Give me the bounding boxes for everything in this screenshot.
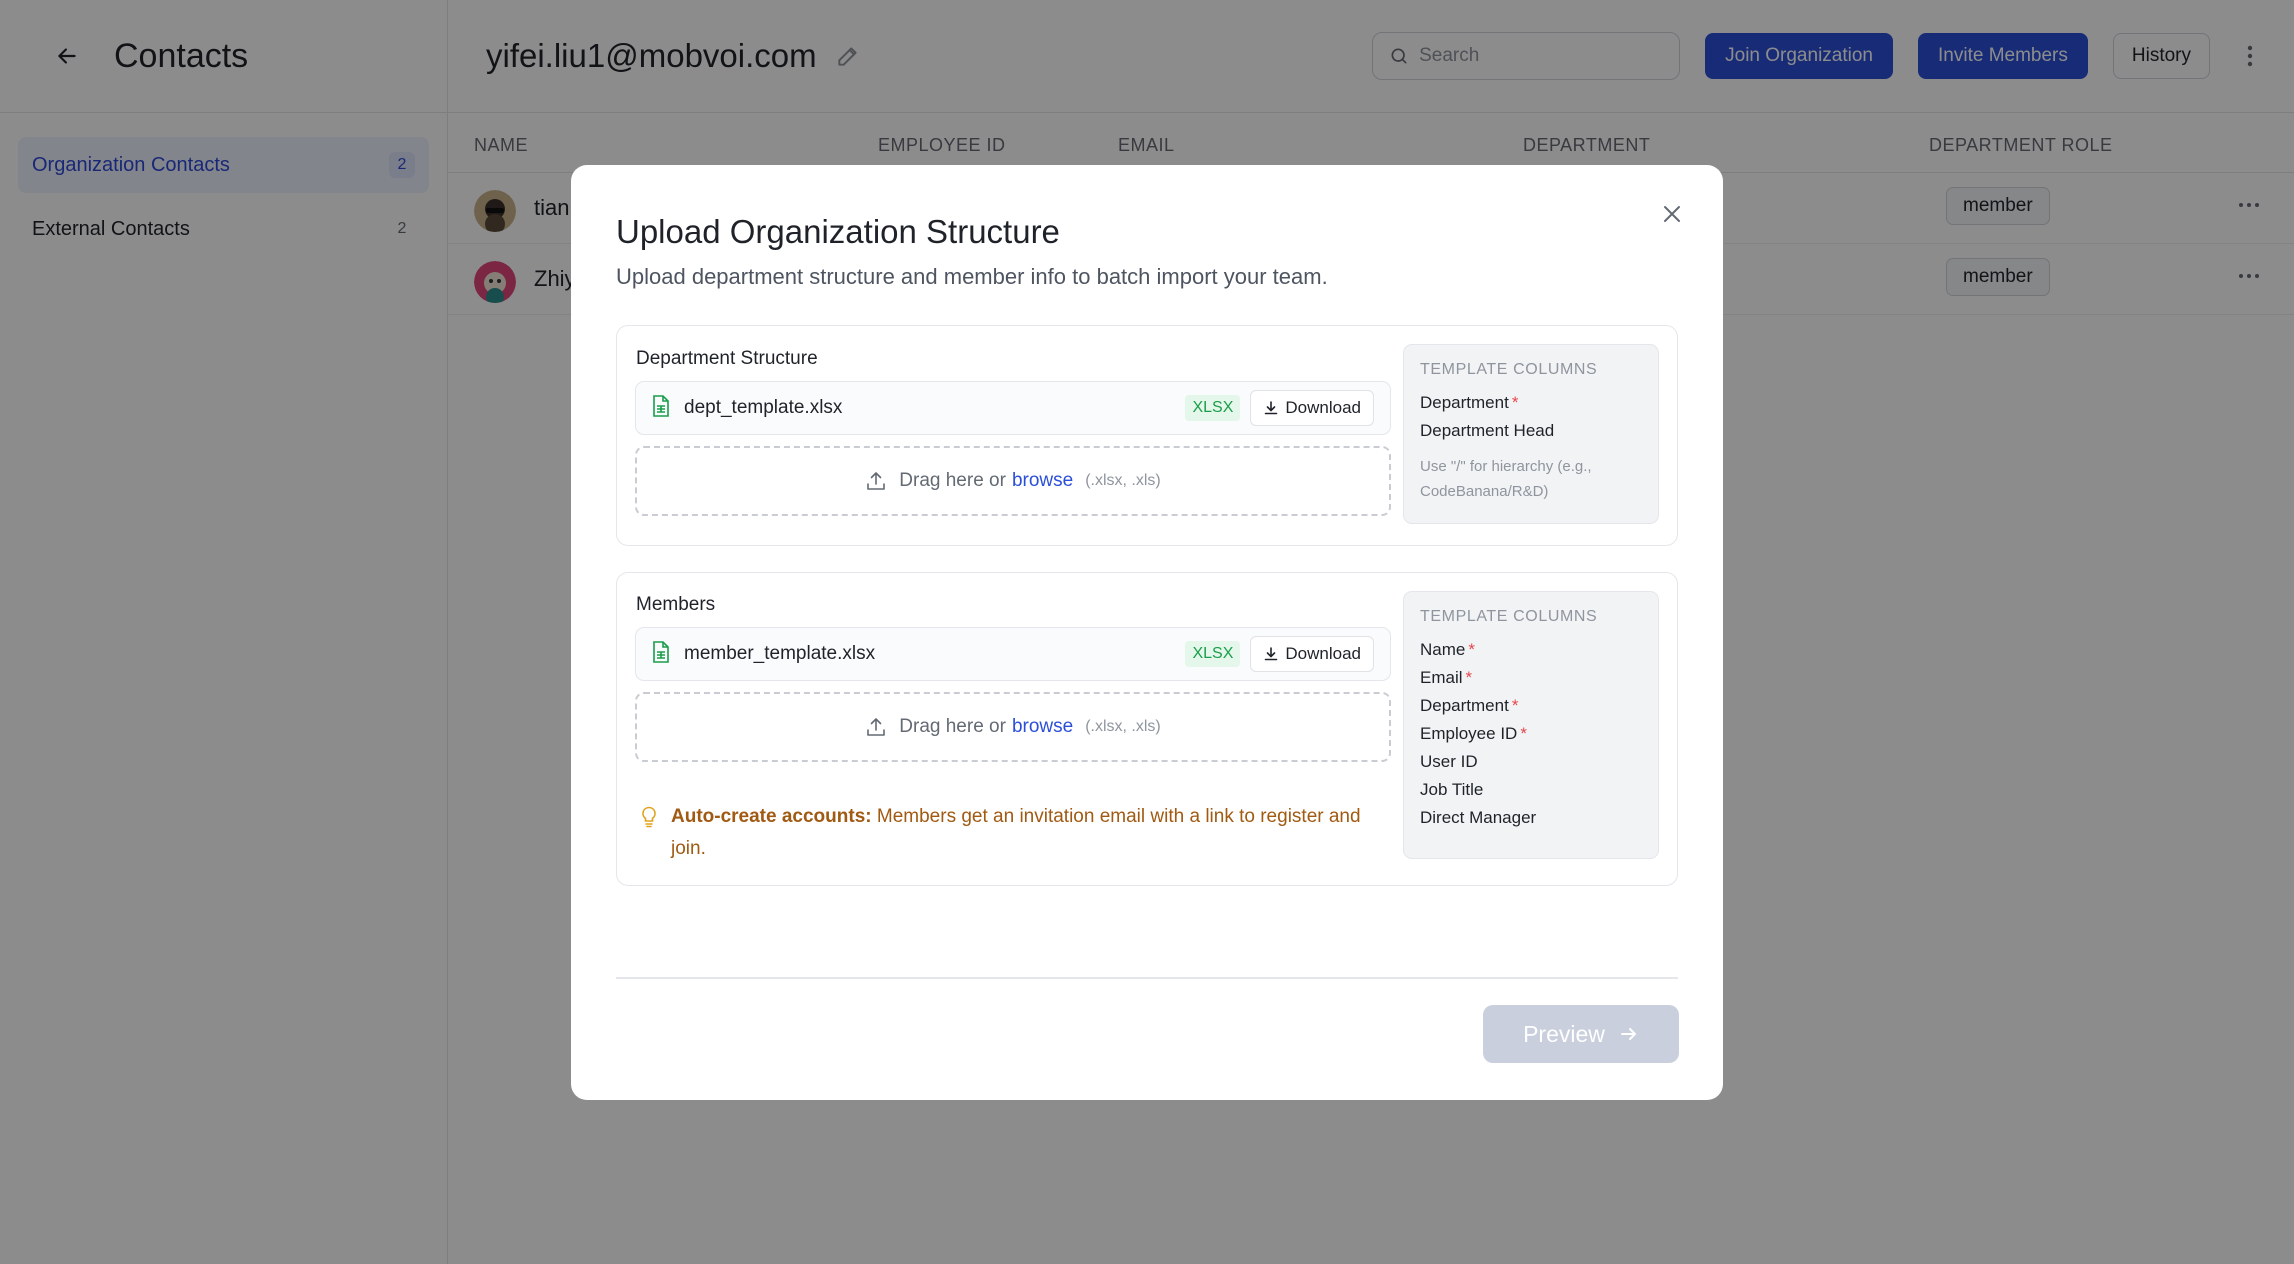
modal-divider xyxy=(616,977,1678,979)
required-marker: * xyxy=(1465,668,1473,687)
template-column: Name * xyxy=(1420,640,1475,659)
download-icon xyxy=(1265,401,1278,415)
arrow-right-icon xyxy=(1620,1028,1636,1040)
section-title: Members xyxy=(636,594,716,615)
file-type-badge: XLSX xyxy=(1185,641,1241,667)
preview-label: Preview xyxy=(1523,1020,1605,1047)
template-columns-panel: TEMPLATE COLUMNS Name * Email * Department… xyxy=(1403,591,1659,859)
dropzone-text: Drag here or xyxy=(899,716,1006,737)
file-name: dept_template.xlsx xyxy=(684,397,843,418)
upload-icon xyxy=(867,472,886,490)
required-marker: * xyxy=(1468,640,1475,659)
upload-organization-modal: Upload Organization Structure Upload dep… xyxy=(571,165,1723,1100)
tip-heading: Auto-create accounts: xyxy=(671,806,872,827)
file-name: member_template.xlsx xyxy=(684,643,876,664)
spreadsheet-file-icon xyxy=(652,394,670,422)
browse-link[interactable]: browse xyxy=(1012,716,1073,738)
modal-title: Upload Organization Structure xyxy=(616,213,1060,250)
hierarchy-note: Use "/" for hierarchy (e.g., CodeBanana/… xyxy=(1420,458,1592,500)
close-icon[interactable] xyxy=(1658,200,1686,228)
template-column: Department * xyxy=(1420,393,1519,412)
section-title: Department Structure xyxy=(636,348,818,369)
download-label: Download xyxy=(1285,398,1361,417)
template-columns-title: TEMPLATE COLUMNS xyxy=(1420,361,1598,378)
modal-subtitle: Upload department structure and member i… xyxy=(616,264,1328,289)
download-icon xyxy=(1265,647,1278,661)
department-dropzone[interactable]: Drag here or browse (.xlsx, .xls) xyxy=(635,446,1391,516)
download-dept-template-button[interactable]: Download xyxy=(1250,390,1374,426)
members-dropzone[interactable]: Drag here or browse (.xlsx, .xls) xyxy=(635,692,1391,762)
template-column: Department * xyxy=(1420,696,1519,715)
department-structure-section: Department Structure dept_template.xlsx … xyxy=(616,325,1678,546)
auto-create-tip: Auto-create accounts: Members get an inv… xyxy=(641,801,1371,865)
template-column: Job Title xyxy=(1420,780,1484,799)
template-column: Direct Manager xyxy=(1420,808,1537,827)
template-file-row: member_template.xlsx XLSX Download xyxy=(635,627,1391,681)
members-section: Members member_template.xlsx XLSX Downlo… xyxy=(616,572,1678,886)
dropzone-text: Drag here or xyxy=(899,470,1006,491)
dropzone-extensions: (.xlsx, .xls) xyxy=(1085,718,1161,735)
spreadsheet-file-icon xyxy=(652,640,670,668)
file-type-badge: XLSX xyxy=(1185,395,1241,421)
download-label: Download xyxy=(1285,644,1361,663)
template-columns-panel: TEMPLATE COLUMNS Department * Department … xyxy=(1403,344,1659,524)
preview-button[interactable]: Preview xyxy=(1483,1005,1679,1063)
required-marker: * xyxy=(1511,696,1519,715)
download-member-template-button[interactable]: Download xyxy=(1250,636,1374,672)
template-file-row: dept_template.xlsx XLSX Download xyxy=(635,381,1391,435)
browse-link[interactable]: browse xyxy=(1012,470,1073,492)
required-marker: * xyxy=(1520,724,1527,743)
dropzone-extensions: (.xlsx, .xls) xyxy=(1085,472,1161,489)
template-columns-title: TEMPLATE COLUMNS xyxy=(1420,608,1598,625)
upload-icon xyxy=(867,718,886,736)
template-column: User ID xyxy=(1420,752,1478,771)
template-column: Email * xyxy=(1420,668,1473,687)
template-column: Employee ID * xyxy=(1420,724,1527,743)
required-marker: * xyxy=(1511,393,1519,412)
template-column: Department Head xyxy=(1420,421,1555,440)
lightbulb-icon xyxy=(641,806,657,865)
